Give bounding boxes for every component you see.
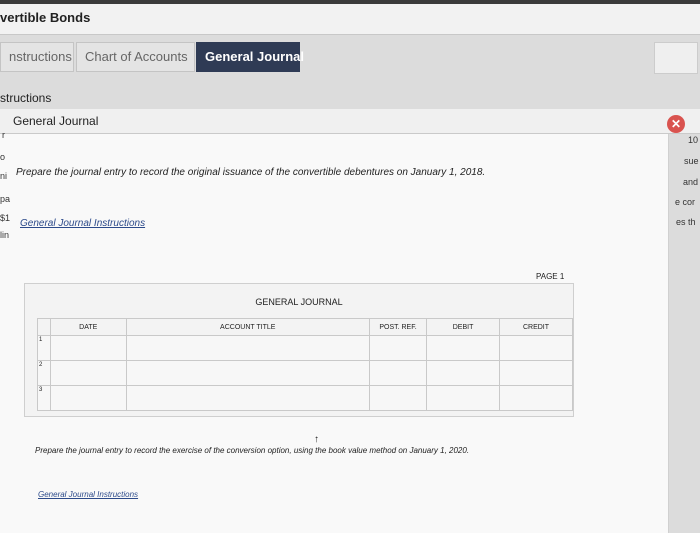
question-1-text: Prepare the journal entry to record the … xyxy=(16,167,486,178)
credit-header: CREDIT xyxy=(498,318,574,336)
right-panel-box xyxy=(654,42,698,74)
close-button[interactable]: ✕ xyxy=(667,115,685,133)
bg-fragment: and xyxy=(683,177,699,187)
general-journal-instructions-link[interactable]: General Journal Instructions xyxy=(20,218,145,229)
row-number: 1 xyxy=(37,335,51,361)
general-journal: GENERAL JOURNAL DATE ACCOUNT TITLE POST.… xyxy=(24,283,574,417)
date-cell[interactable] xyxy=(49,360,127,386)
date-cell[interactable] xyxy=(49,385,127,411)
post-ref-cell[interactable] xyxy=(368,385,428,411)
bg-fragment: lin xyxy=(0,230,10,240)
bg-fragment: sue xyxy=(684,156,699,166)
journal-title: GENERAL JOURNAL xyxy=(255,297,343,307)
account-title-cell[interactable] xyxy=(125,360,370,386)
debit-cell[interactable] xyxy=(426,385,500,411)
bg-fragment: o xyxy=(0,152,6,162)
post-ref-cell[interactable] xyxy=(368,360,428,386)
journal-table: DATE ACCOUNT TITLE POST. REF. DEBIT CRED… xyxy=(37,318,574,411)
debit-cell[interactable] xyxy=(426,335,500,361)
tab-general-journal[interactable]: General Journal xyxy=(196,42,304,72)
row-number: 2 xyxy=(37,360,51,386)
credit-cell[interactable] xyxy=(498,360,574,386)
mouse-cursor-icon: ↑ xyxy=(314,434,319,445)
table-row: 2 xyxy=(37,360,574,386)
account-title-header: ACCOUNT TITLE xyxy=(125,318,370,336)
bg-fragment: es th xyxy=(676,217,696,227)
bg-fragment: ni xyxy=(0,171,8,181)
post-ref-header: POST. REF. xyxy=(368,318,428,336)
date-cell[interactable] xyxy=(49,335,127,361)
tab-instructions[interactable]: nstructions xyxy=(0,42,74,72)
panel-title: General Journal xyxy=(13,114,99,128)
bg-fragment: $1 xyxy=(0,213,11,223)
bg-fragment: e cor xyxy=(675,197,696,207)
debit-cell[interactable] xyxy=(426,360,500,386)
row-number: 3 xyxy=(37,385,51,411)
credit-cell[interactable] xyxy=(498,385,574,411)
account-title-cell[interactable] xyxy=(125,385,370,411)
table-row: 3 xyxy=(37,385,574,411)
tab-chart-of-accounts[interactable]: Chart of Accounts xyxy=(76,42,195,72)
instructions-heading: structions xyxy=(0,91,52,105)
post-ref-cell[interactable] xyxy=(368,335,428,361)
journal-header-row: DATE ACCOUNT TITLE POST. REF. DEBIT CRED… xyxy=(37,318,574,336)
date-header: DATE xyxy=(49,318,127,336)
page-label: PAGE 1 xyxy=(536,272,565,281)
bg-fragment: 10 xyxy=(688,135,699,145)
app-title: vertible Bonds xyxy=(0,10,91,25)
general-journal-instructions-link[interactable]: General Journal Instructions xyxy=(38,490,138,499)
debit-header: DEBIT xyxy=(426,318,500,336)
panel-header xyxy=(0,109,700,134)
account-title-cell[interactable] xyxy=(125,335,370,361)
bg-fragment: pa xyxy=(0,194,11,204)
top-bar xyxy=(0,0,700,35)
bg-fragment: r xyxy=(2,130,5,140)
row-number-header xyxy=(37,318,51,336)
top-edge xyxy=(0,0,700,4)
credit-cell[interactable] xyxy=(498,335,574,361)
table-row: 1 xyxy=(37,335,574,361)
question-2-text: Prepare the journal entry to record the … xyxy=(35,446,470,455)
